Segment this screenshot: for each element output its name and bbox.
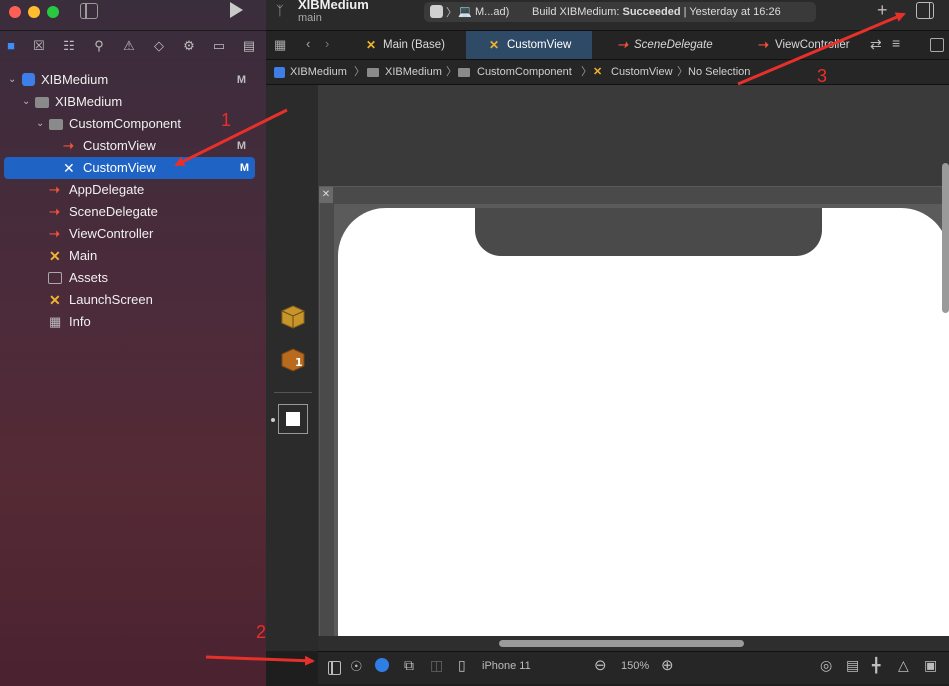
annotation-overlay <box>174 12 906 666</box>
annotation-number-2: 2 <box>256 622 267 642</box>
annotation-number-1: 1 <box>221 110 232 130</box>
annotation-arrow-2 <box>205 655 315 666</box>
annotation-arrow-1 <box>174 108 288 167</box>
annotation-number-3: 3 <box>817 66 828 86</box>
